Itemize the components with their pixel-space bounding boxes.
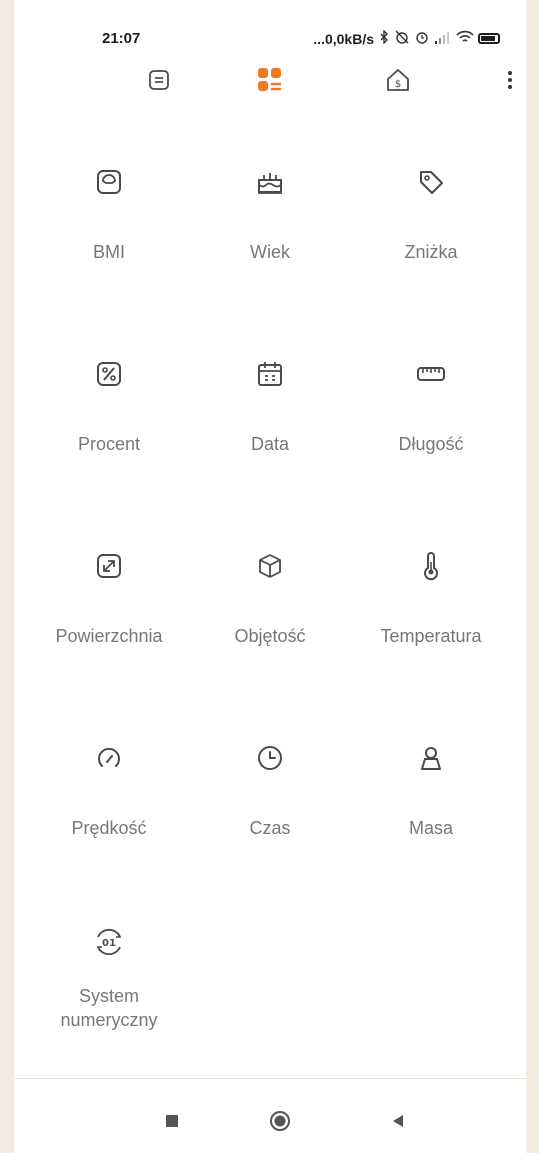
speedometer-icon xyxy=(89,738,129,778)
battery-icon xyxy=(478,33,500,44)
converter-label: Powierzchnia xyxy=(55,626,163,646)
wifi-icon xyxy=(456,30,474,47)
alarm-icon xyxy=(414,30,430,47)
scale-icon xyxy=(89,162,129,202)
converter-number-system[interactable]: 01 System numeryczny xyxy=(24,922,194,1032)
net-speed: ...0,0kB/s xyxy=(313,30,374,47)
home-circle-icon[interactable] xyxy=(260,1101,300,1141)
phone-screen: 21:07 ...0,0kB/s $ BMI Wiek Zniżka Proce… xyxy=(14,0,526,1153)
back-triangle-icon[interactable] xyxy=(378,1101,418,1141)
converter-bmi[interactable]: BMI xyxy=(24,162,194,264)
currency-icon[interactable]: $ xyxy=(378,60,418,100)
status-icons: ...0,0kB/s xyxy=(313,29,500,47)
converter-length[interactable]: Długość xyxy=(346,354,516,456)
converter-label: Czas xyxy=(249,818,291,838)
converter-mass[interactable]: Masa xyxy=(346,738,516,840)
cake-icon xyxy=(250,162,290,202)
converter-age[interactable]: Wiek xyxy=(185,162,355,264)
more-menu-icon[interactable] xyxy=(490,60,530,100)
converter-label: Zniżka xyxy=(404,242,458,262)
converter-speed[interactable]: Prędkość xyxy=(24,738,194,840)
percent-icon xyxy=(89,354,129,394)
calendar-icon xyxy=(250,354,290,394)
converter-date[interactable]: Data xyxy=(185,354,355,456)
converter-temperature[interactable]: Temperatura xyxy=(346,546,516,648)
alarm-off-icon xyxy=(394,30,410,47)
status-time: 21:07 xyxy=(102,30,141,47)
converter-area[interactable]: Powierzchnia xyxy=(24,546,194,648)
converter-volume[interactable]: Objętość xyxy=(185,546,355,648)
converter-label: Masa xyxy=(408,818,453,838)
calculator-icon[interactable] xyxy=(139,60,179,100)
converter-time[interactable]: Czas xyxy=(185,738,355,840)
converter-label: Data xyxy=(250,434,290,454)
converter-label: Procent xyxy=(77,434,141,454)
converter-percent[interactable]: Procent xyxy=(24,354,194,456)
number-system-icon: 01 xyxy=(89,922,129,962)
top-toolbar: $ xyxy=(14,60,526,102)
converter-label: BMI xyxy=(92,242,125,262)
bluetooth-icon xyxy=(378,29,390,47)
volume-icon xyxy=(250,546,290,586)
converter-label: Długość xyxy=(398,434,464,454)
ruler-icon xyxy=(411,354,451,394)
signal-icon xyxy=(434,31,452,47)
converter-label: Prędkość xyxy=(71,818,147,838)
thermometer-icon xyxy=(411,546,451,586)
converter-label: Objętość xyxy=(234,626,306,646)
system-nav-bar xyxy=(14,1078,526,1153)
converter-discount[interactable]: Zniżka xyxy=(346,162,516,264)
converter-label: Temperatura xyxy=(380,626,482,646)
area-icon xyxy=(89,546,129,586)
converter-label: Wiek xyxy=(250,242,290,262)
svg-text:$: $ xyxy=(395,79,401,90)
converters-icon[interactable] xyxy=(250,60,290,100)
tag-icon xyxy=(411,162,451,202)
svg-text:01: 01 xyxy=(102,938,116,949)
status-bar: 21:07 ...0,0kB/s xyxy=(14,0,526,54)
clock-icon xyxy=(250,738,290,778)
recents-square-icon[interactable] xyxy=(152,1101,192,1141)
converter-label: System numeryczny xyxy=(60,986,158,1030)
weight-icon xyxy=(411,738,451,778)
